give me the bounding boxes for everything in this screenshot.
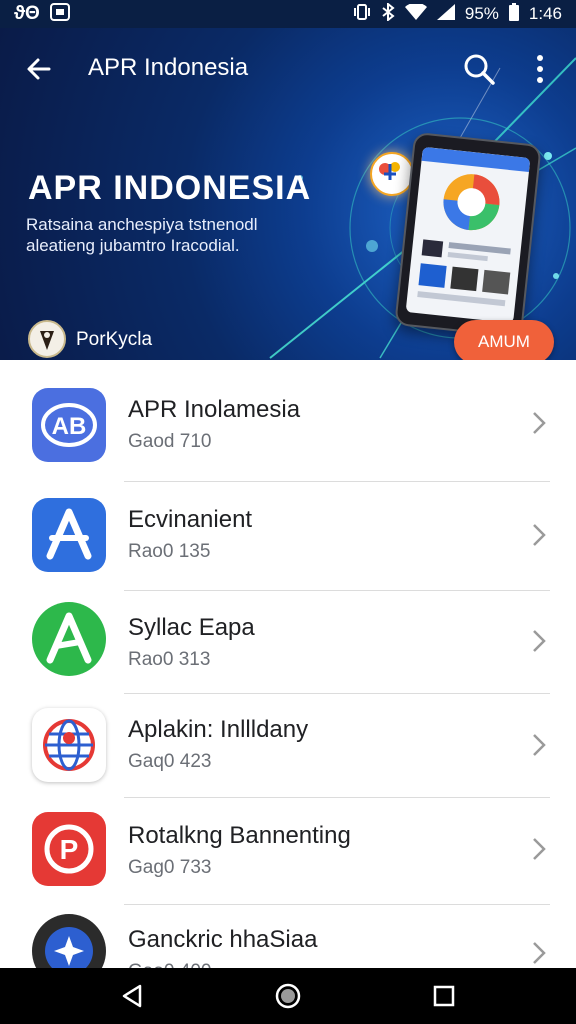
phone-screen: [405, 146, 531, 324]
svg-text:P: P: [60, 834, 79, 865]
list-item[interactable]: Ecvinanient Rao0 135: [0, 482, 576, 590]
chevron-right-icon: [528, 410, 550, 436]
list-item[interactable]: Syllac Eapa Rao0 313: [0, 592, 576, 700]
system-nav-bar: [0, 968, 576, 1024]
app-bar: APR Indonesia: [0, 28, 576, 108]
app-subtitle: Gaq0 423: [128, 751, 212, 772]
phone-illustration: [394, 131, 542, 339]
bluetooth-icon: [381, 1, 395, 26]
signal-icon: [436, 3, 455, 25]
search-icon[interactable]: [460, 50, 498, 88]
divider: [124, 590, 550, 591]
app-title: Ecvinanient: [128, 506, 253, 533]
app-subtitle: Gaod 710: [128, 431, 212, 452]
list-item[interactable]: Ganckric hhaSiaa Gaa0 400: [0, 906, 576, 968]
back-arrow-icon[interactable]: [22, 52, 56, 86]
app-title: Aplakin: Inllldany: [128, 716, 309, 743]
p-app-icon: P: [32, 812, 106, 886]
hero-cta-button[interactable]: AMUM: [454, 320, 554, 360]
green-a-app-icon: [32, 602, 106, 676]
app-title: Syllac Eapa: [128, 614, 255, 641]
svg-text:AB: AB: [52, 413, 87, 440]
wifi-icon: [404, 2, 427, 25]
back-triangle-icon[interactable]: [116, 980, 148, 1012]
app-title: Ganckric hhaSiaa: [128, 926, 318, 953]
status-right: 95% 1:46: [353, 1, 562, 26]
chevron-right-icon: [528, 628, 550, 654]
chevron-right-icon: [528, 836, 550, 862]
notification-icon: [49, 2, 70, 26]
app-title: APR Inolamesia: [128, 396, 301, 423]
brand-logo: [28, 320, 66, 358]
ab-app-icon: AB: [32, 388, 106, 462]
a-app-icon: [32, 498, 106, 572]
home-circle-icon[interactable]: [272, 980, 304, 1012]
clock: 1:46: [528, 4, 562, 23]
globe-app-icon: [32, 708, 106, 782]
chevron-right-icon: [528, 522, 550, 548]
app-list: AB APR Inolamesia Gaod 710 Ecvinanient R…: [0, 360, 576, 968]
app-subtitle: Rao0 313: [128, 649, 211, 670]
more-vert-icon[interactable]: [524, 50, 556, 88]
compass-app-icon: [32, 914, 106, 968]
list-item[interactable]: P Rotalkng Bannenting Gag0 733: [0, 798, 576, 906]
hero-title: APR INDONESIA: [28, 169, 312, 207]
chevron-right-icon: [528, 732, 550, 758]
battery-icon: [508, 2, 519, 26]
app-subtitle: Rao0 135: [128, 541, 211, 562]
list-item[interactable]: AB APR Inolamesia Gaod 710: [0, 370, 576, 478]
recents-square-icon[interactable]: [428, 980, 460, 1012]
chevron-right-icon: [528, 940, 550, 966]
list-item[interactable]: Aplakin: Inllldany Gaq0 423: [0, 694, 576, 802]
app-bar-title: APR Indonesia: [88, 54, 249, 81]
status-bar: ϑΘ 95% 1:46: [0, 0, 576, 28]
divider: [124, 904, 550, 905]
status-left: ϑΘ: [14, 2, 70, 26]
status-left-glyphs: ϑΘ: [14, 3, 40, 24]
app-subtitle: Gaa0 400: [128, 960, 211, 968]
app-title: Rotalkng Bannenting: [128, 822, 351, 849]
brand-name: PorKycla: [76, 329, 153, 350]
vibrate-icon: [353, 3, 371, 26]
app-subtitle: Gag0 733: [128, 857, 212, 878]
hero-description: Ratsaina anchespiya tstnenodl aleatieng …: [26, 215, 258, 255]
battery-percent: 95%: [464, 4, 499, 23]
